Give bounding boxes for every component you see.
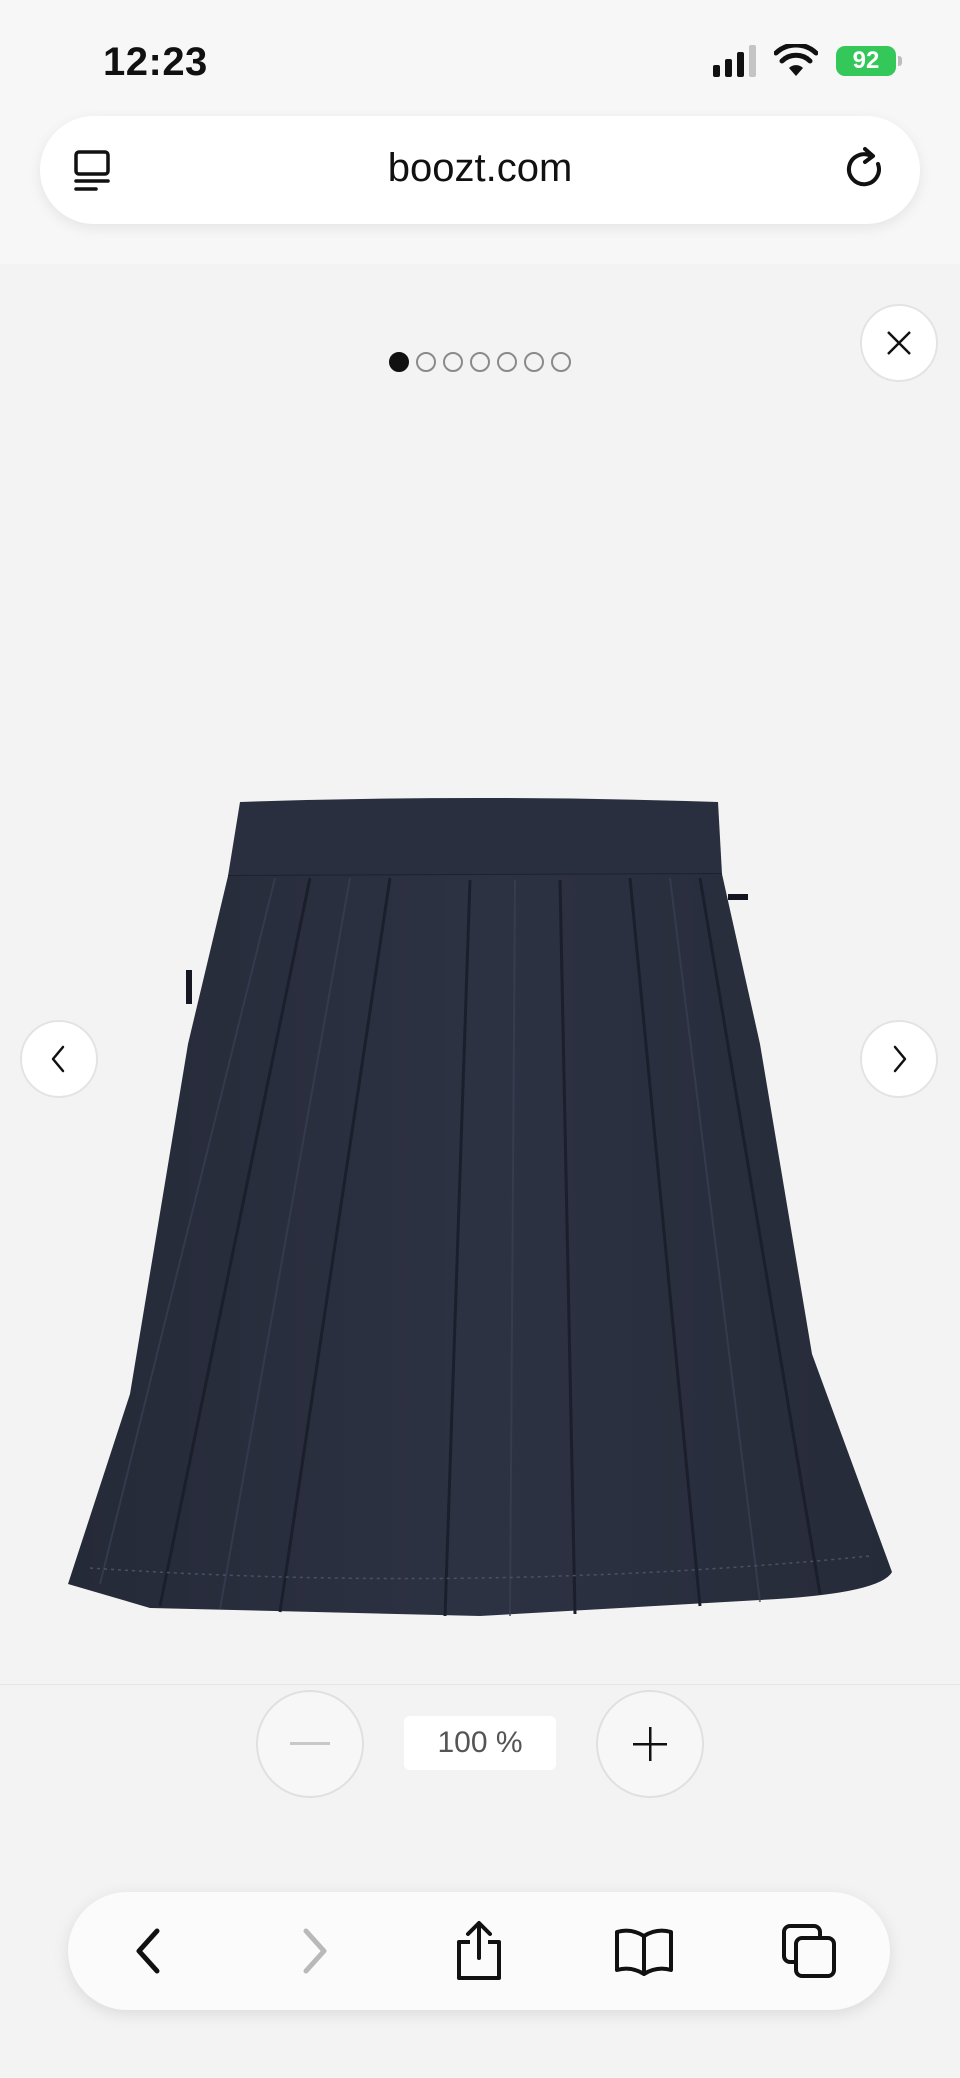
tabs-icon (782, 1924, 836, 1978)
pagination-dot-2[interactable] (416, 352, 436, 372)
back-icon (136, 1928, 160, 1974)
zoom-in-button[interactable] (596, 1690, 704, 1798)
pagination-dot-3[interactable] (443, 352, 463, 372)
zoom-out-button[interactable] (256, 1690, 364, 1798)
close-button[interactable] (860, 304, 938, 382)
share-icon (457, 1921, 501, 1980)
status-icons: 92 (713, 44, 902, 78)
gallery-divider (0, 1684, 960, 1685)
battery-icon: 92 (836, 46, 902, 76)
bookmarks-button[interactable] (613, 1920, 675, 1982)
address-bar[interactable]: boozt.com (40, 116, 920, 224)
minus-icon (290, 1742, 330, 1745)
status-time: 12:23 (103, 40, 208, 84)
forward-button[interactable] (283, 1920, 345, 1982)
pagination-dot-7[interactable] (551, 352, 571, 372)
forward-icon (303, 1928, 327, 1974)
back-button[interactable] (118, 1920, 180, 1982)
pagination-dot-6[interactable] (524, 352, 544, 372)
tabs-button[interactable] (778, 1920, 840, 1982)
browser-top-area: 12:23 92 boozt.com (0, 0, 960, 264)
close-icon (887, 331, 911, 355)
pagination-dots (0, 352, 960, 372)
zoom-level-display: 100 % (404, 1716, 556, 1770)
product-image-gallery[interactable] (0, 264, 960, 1685)
pagination-dot-1[interactable] (389, 352, 409, 372)
address-domain[interactable]: boozt.com (40, 146, 920, 191)
plus-icon (633, 1727, 667, 1761)
browser-toolbar (68, 1892, 890, 2010)
product-image-skirt (68, 798, 892, 1617)
pagination-dot-4[interactable] (470, 352, 490, 372)
pagination-dot-5[interactable] (497, 352, 517, 372)
wifi-icon (774, 44, 818, 76)
bookmarks-icon (615, 1928, 673, 1976)
signal-icon (713, 45, 756, 77)
share-button[interactable] (448, 1920, 510, 1982)
reload-icon[interactable] (840, 144, 890, 194)
battery-level: 92 (852, 47, 880, 74)
